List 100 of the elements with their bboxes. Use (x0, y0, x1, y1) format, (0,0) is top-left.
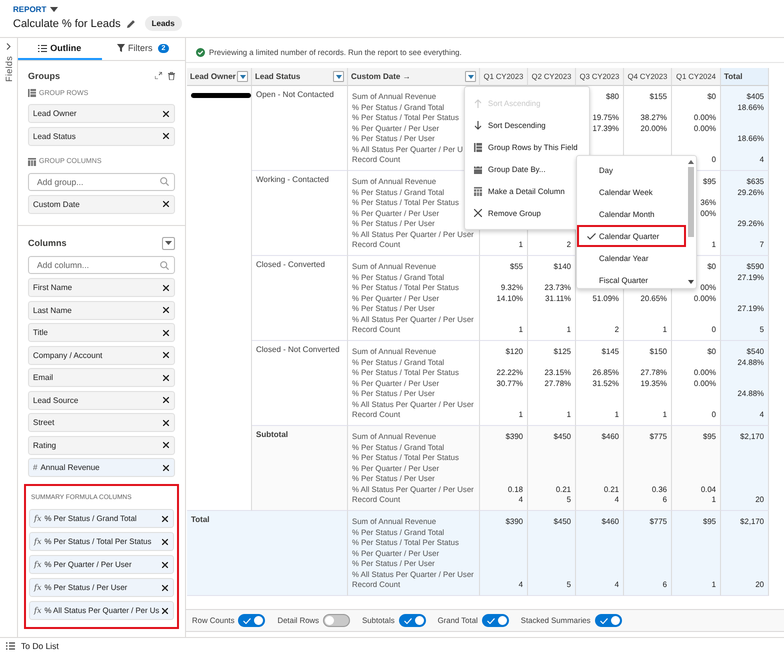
arrow-up-icon (474, 98, 482, 108)
remove-icon[interactable] (163, 330, 169, 336)
pill-label: Custom Date (33, 200, 81, 208)
remove-icon[interactable] (162, 584, 168, 590)
filter-icon (117, 44, 126, 52)
toggle-switch[interactable] (238, 614, 266, 627)
pill-label: Email (33, 373, 54, 382)
search-field[interactable]: Add group... (28, 172, 175, 190)
toggle-switch[interactable] (323, 614, 350, 627)
remove-icon[interactable] (163, 201, 169, 207)
checkmark-icon (600, 618, 608, 624)
grid-icon (474, 186, 482, 196)
pill-label: Lead Source (33, 396, 80, 404)
field-pill[interactable]: Last Name (28, 300, 175, 320)
close-icon (474, 209, 482, 217)
remove-icon[interactable] (162, 562, 168, 568)
caret-up-icon[interactable] (688, 160, 694, 164)
caret-down-icon[interactable] (50, 7, 58, 12)
remove-icon[interactable] (163, 352, 169, 358)
remove-icon[interactable] (163, 397, 169, 403)
calendar-icon (474, 164, 482, 174)
pill-label: Rating (33, 440, 58, 450)
remove-icon[interactable] (163, 110, 169, 116)
remove-icon[interactable] (163, 374, 169, 380)
pill-label: Last Name (33, 306, 73, 314)
report-label: REPORT (13, 5, 46, 14)
toggle-switch[interactable] (594, 614, 622, 627)
report-title: Calculate % for Leads (13, 18, 121, 30)
toggle-switch[interactable] (482, 614, 509, 627)
field-pill[interactable]: Lead Status (28, 126, 175, 146)
pill-label: Title (33, 328, 49, 337)
chevron-right-icon[interactable] (6, 43, 11, 50)
column-menu-button[interactable] (465, 71, 476, 82)
remove-icon[interactable] (162, 608, 168, 614)
field-pill[interactable]: Title (28, 323, 175, 342)
status-cell: Closed - Not Converted (256, 345, 340, 354)
pill-label: Street (33, 418, 56, 427)
pill-label: Lead Status (33, 132, 77, 140)
column-menu-button[interactable] (333, 71, 344, 82)
type-glyph: fx (34, 606, 42, 615)
remove-icon[interactable] (163, 442, 169, 448)
remove-icon[interactable] (162, 538, 168, 544)
checkmark-icon (404, 618, 412, 624)
pill-label: Company / Account (33, 350, 104, 360)
remove-icon[interactable] (163, 307, 169, 313)
column-header[interactable]: Total (724, 72, 743, 81)
pencil-icon[interactable] (126, 20, 135, 28)
column-menu-button[interactable] (237, 71, 248, 82)
rows-icon (474, 142, 482, 152)
status-cell: Open - Not Contacted (256, 90, 334, 99)
field-pill[interactable]: Company / Account (28, 346, 175, 364)
pill-label: Annual Revenue (40, 463, 101, 472)
type-glyph: # (33, 463, 38, 472)
field-pill[interactable]: Email (28, 368, 175, 387)
caret-down-icon (468, 74, 474, 78)
field-pill[interactable]: Custom Date (28, 194, 175, 214)
list-icon (38, 44, 48, 52)
checklist-icon[interactable] (6, 642, 15, 650)
toggle-switch[interactable] (398, 614, 426, 627)
type-glyph: fx (34, 537, 42, 546)
field-pill[interactable]: # Annual Revenue (28, 458, 175, 477)
status-cell: Working - Contacted (256, 175, 329, 184)
caret-down-icon (336, 74, 342, 78)
checkmark-icon (243, 618, 252, 624)
type-glyph: fx (34, 560, 42, 569)
remove-icon[interactable] (163, 133, 169, 139)
search-field[interactable]: Add column... (28, 256, 175, 274)
field-pill[interactable]: Street (28, 413, 175, 432)
fields-tab[interactable]: Fields (4, 56, 14, 82)
remove-icon[interactable] (163, 284, 169, 290)
object-badge: Leads (144, 16, 182, 31)
search-icon (160, 177, 169, 186)
pill-label: Lead Owner (33, 109, 78, 118)
field-pill[interactable]: First Name (28, 278, 175, 297)
subtotal-label: Subtotal (256, 430, 288, 439)
todo-list-link[interactable]: To Do List (21, 641, 59, 651)
search-icon (160, 260, 169, 270)
total-label: Total (191, 515, 210, 524)
type-glyph: fx (34, 514, 42, 523)
dropdown-button[interactable] (162, 236, 175, 250)
check-circle-icon (196, 48, 205, 56)
checkmark-icon (586, 232, 596, 240)
panel-tab[interactable]: Outline (18, 38, 102, 60)
columns-icon (28, 158, 36, 166)
rows-icon (28, 89, 36, 97)
field-pill[interactable]: Rating (28, 436, 175, 454)
status-cell: Closed - Converted (256, 260, 325, 269)
field-pill[interactable]: Lead Source (28, 390, 175, 410)
trash-icon[interactable] (168, 72, 175, 80)
caret-down-icon[interactable] (688, 280, 694, 284)
section-title: Groups (28, 71, 60, 81)
arrow-down-icon (474, 120, 482, 130)
remove-icon[interactable] (162, 516, 168, 522)
type-glyph: fx (34, 583, 42, 592)
field-pill[interactable]: Lead Owner (28, 104, 175, 123)
caret-down-icon (240, 74, 246, 78)
remove-icon[interactable] (163, 464, 169, 470)
pill-label: First Name (33, 283, 74, 292)
section-title: Columns (28, 238, 67, 248)
remove-icon[interactable] (163, 420, 169, 426)
